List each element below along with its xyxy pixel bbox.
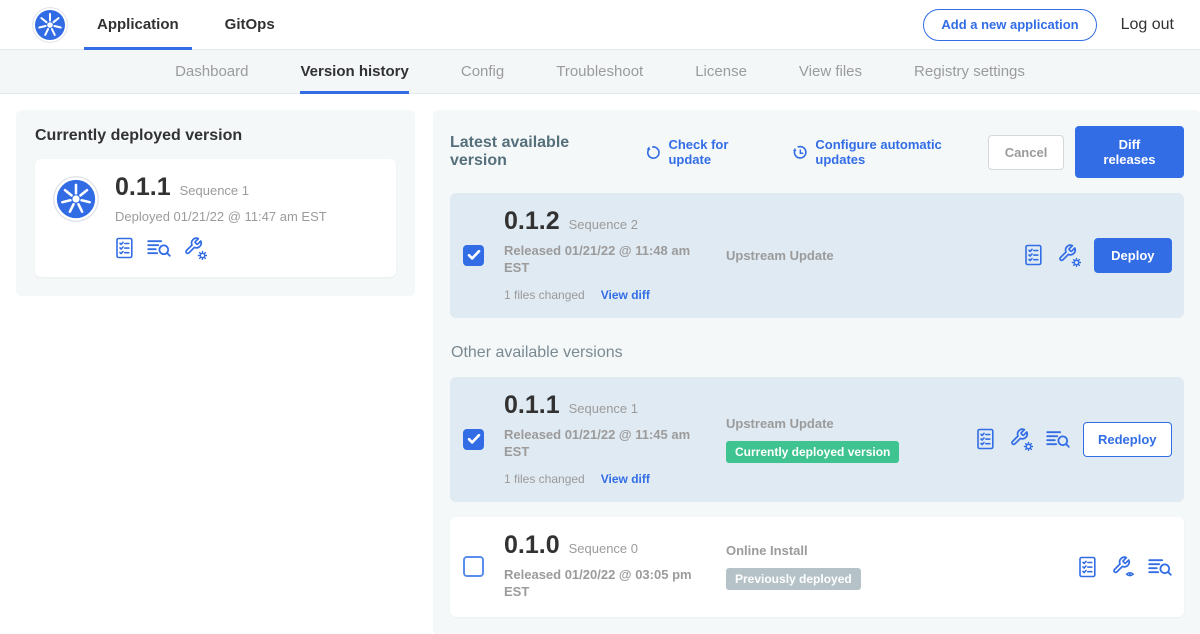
latest-version-header: Latest available version Check for updat…: [450, 126, 1184, 178]
files-changed-label: 1 files changed: [504, 288, 585, 302]
version-checkbox[interactable]: [463, 245, 484, 266]
version-source: Online Install: [726, 543, 976, 558]
previously-deployed-badge: Previously deployed: [726, 568, 861, 590]
top-nav: Application GitOps Add a new application…: [0, 0, 1200, 50]
top-tab-application-label: Application: [97, 16, 179, 33]
version-row-0-1-1: 0.1.1 Sequence 1 Released 01/21/22 @ 11:…: [450, 377, 1184, 502]
deploy-logs-icon[interactable]: [1046, 429, 1070, 449]
diff-releases-button[interactable]: Diff releases: [1075, 126, 1183, 178]
top-tab-gitops-label: GitOps: [225, 16, 275, 33]
deployed-card-title: Currently deployed version: [35, 127, 396, 145]
other-versions-title: Other available versions: [451, 344, 1184, 362]
files-changed-label: 1 files changed: [504, 472, 585, 486]
preflight-checks-icon[interactable]: [1024, 244, 1044, 266]
configure-automatic-updates-link[interactable]: Configure automatic updates: [792, 137, 988, 167]
tab-view-files[interactable]: View files: [773, 50, 888, 93]
top-tab-application[interactable]: Application: [84, 0, 192, 49]
edit-config-icon[interactable]: [1057, 243, 1081, 267]
version-row-0-1-2: 0.1.2 Sequence 2 Released 01/21/22 @ 11:…: [450, 193, 1184, 318]
deploy-button[interactable]: Deploy: [1094, 238, 1171, 273]
version-source: Upstream Update: [726, 248, 976, 263]
deploy-logs-icon[interactable]: [1148, 557, 1172, 577]
sequence-label: Sequence 2: [569, 217, 638, 232]
version-checkbox[interactable]: [463, 556, 484, 577]
version-source: Upstream Update: [726, 416, 976, 431]
preflight-checks-icon[interactable]: [115, 237, 135, 259]
version-checkbox[interactable]: [463, 429, 484, 450]
preflight-checks-icon[interactable]: [1078, 556, 1098, 578]
tab-config[interactable]: Config: [435, 50, 530, 93]
logout-link[interactable]: Log out: [1121, 16, 1174, 34]
version-number: 0.1.2: [504, 208, 560, 234]
version-number: 0.1.1: [504, 392, 560, 418]
add-new-application-button[interactable]: Add a new application: [923, 9, 1096, 41]
currently-deployed-card: Currently deployed version 0.1.1 Sequenc…: [16, 110, 415, 296]
sequence-label: Sequence 1: [569, 401, 638, 416]
tab-dashboard[interactable]: Dashboard: [149, 50, 274, 93]
version-history-page: Currently deployed version 0.1.1 Sequenc…: [0, 94, 1200, 634]
preflight-checks-icon[interactable]: [976, 428, 996, 450]
refresh-icon: [645, 144, 661, 161]
available-versions-card: Latest available version Check for updat…: [433, 110, 1200, 634]
app-sub-nav: Dashboard Version history Config Trouble…: [0, 50, 1200, 94]
edit-config-icon[interactable]: [183, 236, 207, 260]
tab-registry-settings[interactable]: Registry settings: [888, 50, 1051, 93]
deployed-version-tile: 0.1.1 Sequence 1 Deployed 01/21/22 @ 11:…: [35, 159, 396, 277]
released-timestamp: Released 01/21/22 @ 11:45 am EST: [504, 427, 704, 461]
deployed-sequence-label: Sequence 1: [180, 183, 249, 198]
view-config-icon[interactable]: [1111, 555, 1135, 579]
deployed-timestamp: Deployed 01/21/22 @ 11:47 am EST: [115, 209, 327, 224]
edit-config-icon[interactable]: [1009, 427, 1033, 451]
released-timestamp: Released 01/21/22 @ 11:48 am EST: [504, 243, 704, 277]
version-number: 0.1.0: [504, 532, 560, 558]
tab-troubleshoot[interactable]: Troubleshoot: [530, 50, 669, 93]
cancel-button[interactable]: Cancel: [988, 135, 1065, 170]
tab-license[interactable]: License: [669, 50, 773, 93]
deployed-version-number: 0.1.1: [115, 174, 171, 200]
latest-version-title: Latest available version: [450, 134, 623, 170]
sequence-label: Sequence 0: [569, 541, 638, 556]
top-tab-gitops[interactable]: GitOps: [212, 0, 288, 49]
view-diff-link[interactable]: View diff: [601, 472, 650, 486]
released-timestamp: Released 01/20/22 @ 03:05 pm EST: [504, 567, 704, 601]
view-diff-link[interactable]: View diff: [601, 288, 650, 302]
tab-version-history[interactable]: Version history: [274, 50, 434, 93]
kubernetes-logo-icon: [32, 7, 68, 43]
version-row-0-1-0: 0.1.0 Sequence 0 Released 01/20/22 @ 03:…: [450, 517, 1184, 617]
top-nav-right: Add a new application Log out: [923, 9, 1174, 41]
top-nav-tabs: Application GitOps: [84, 0, 308, 49]
deploy-logs-icon[interactable]: [147, 238, 171, 258]
schedule-history-icon: [792, 144, 808, 161]
redeploy-button[interactable]: Redeploy: [1083, 422, 1172, 457]
app-kubernetes-logo-icon: [53, 176, 99, 222]
check-for-update-link[interactable]: Check for update: [645, 137, 770, 167]
currently-deployed-badge: Currently deployed version: [726, 441, 899, 463]
